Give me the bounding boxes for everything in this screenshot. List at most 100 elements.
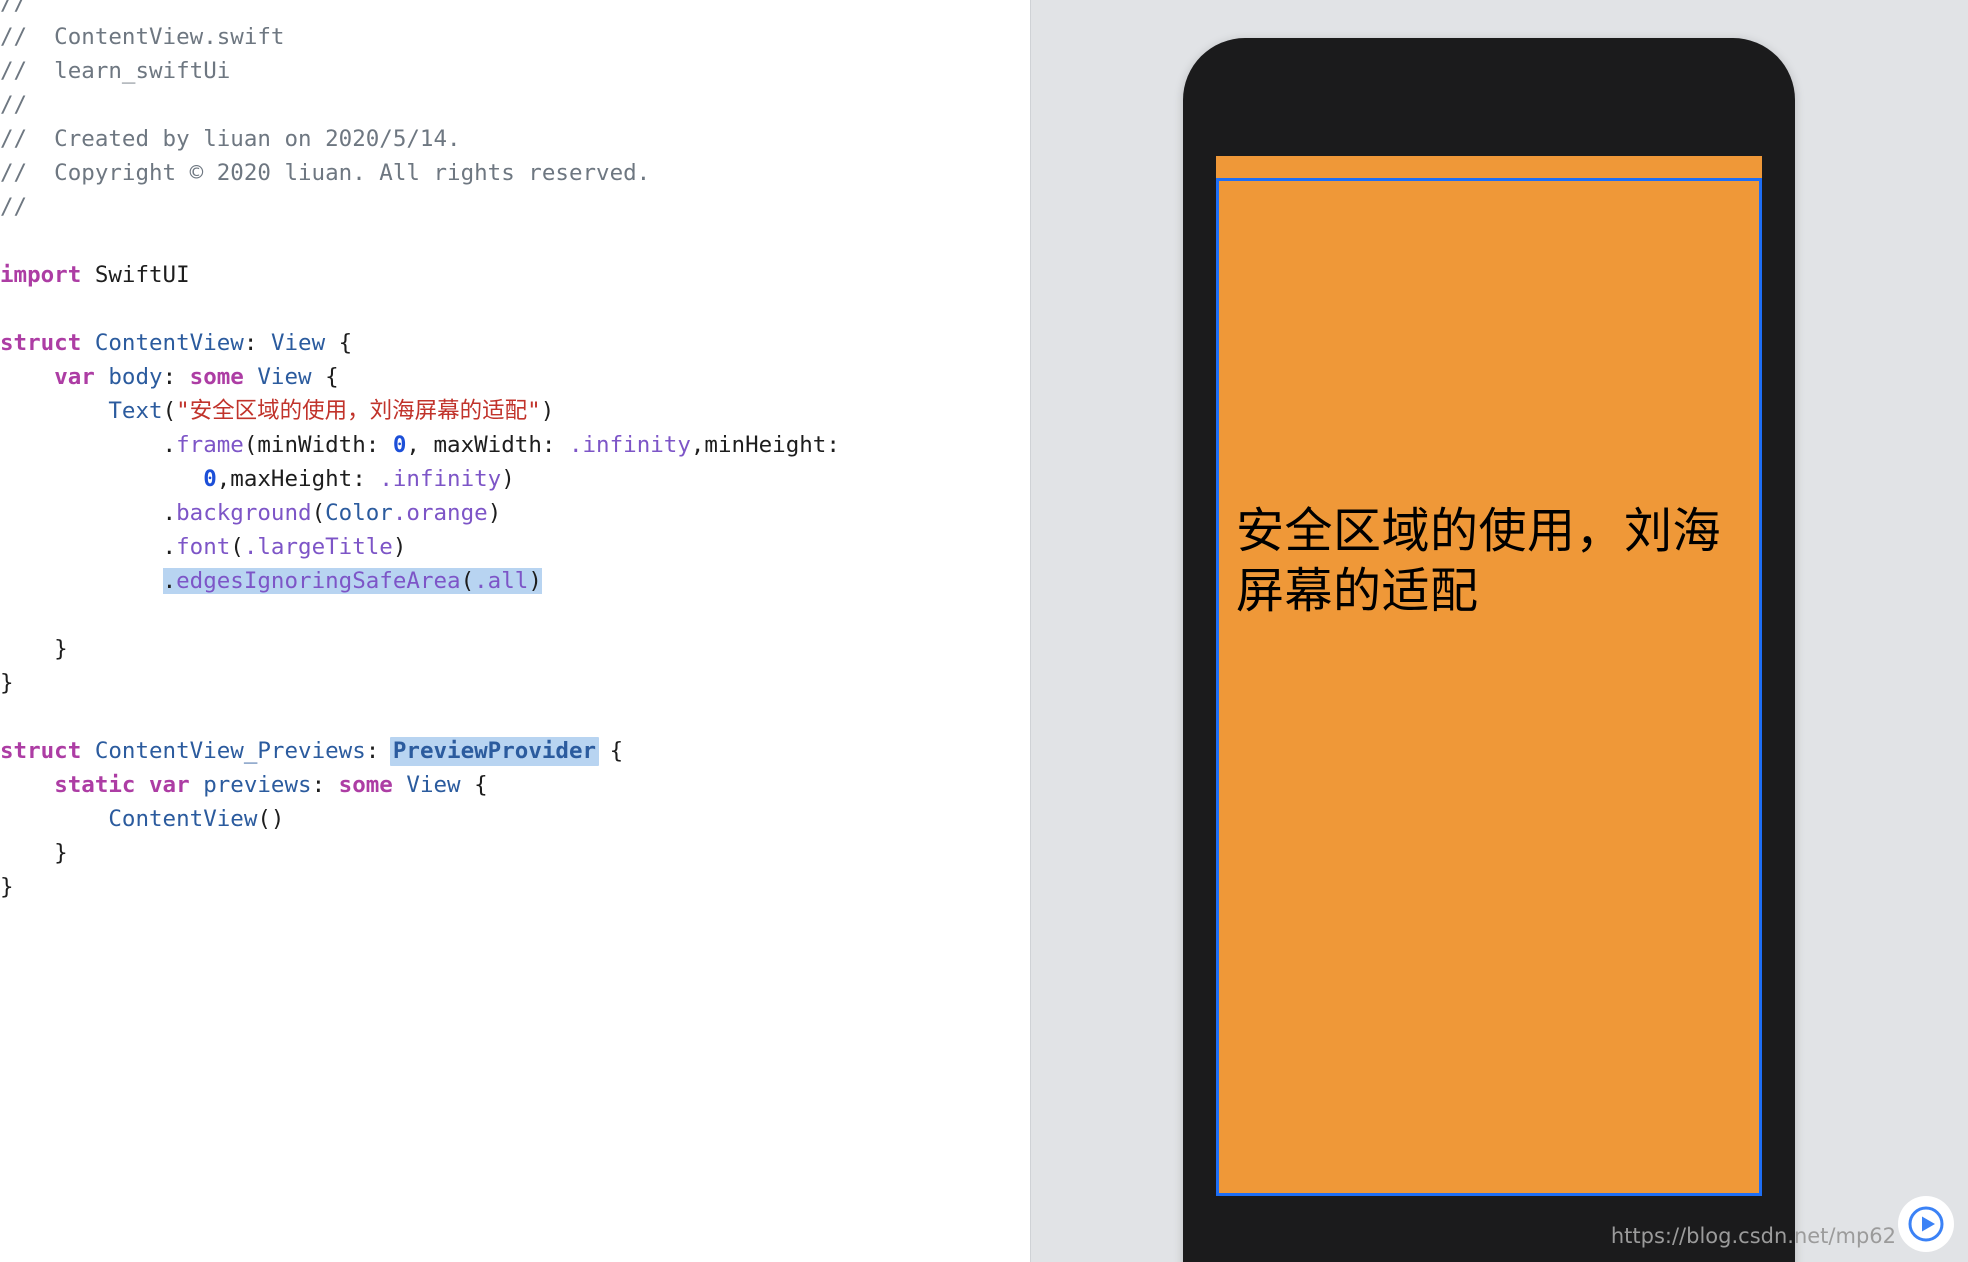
code-token: frame xyxy=(176,432,244,458)
code-token: SwiftUI xyxy=(81,262,190,288)
code-line[interactable]: // ContentView.swift xyxy=(0,20,1030,54)
code-token: struct xyxy=(0,738,82,764)
code-token: struct xyxy=(0,330,82,356)
code-token: // Created by liuan on 2020/5/14. xyxy=(0,126,461,152)
code-token: .all xyxy=(474,568,529,594)
code-token: // learn_swiftUi xyxy=(0,58,231,84)
code-line[interactable]: Text("安全区域的使用，刘海屏幕的适配") xyxy=(0,394,1030,428)
code-token: } xyxy=(0,874,14,900)
code-token: var xyxy=(149,772,190,798)
code-token: View xyxy=(406,772,461,798)
code-token: View xyxy=(270,330,326,356)
xcode-window: // // ContentView.swift // learn_swiftUi //… xyxy=(0,0,1968,1262)
code-token: ( xyxy=(460,568,475,594)
code-line[interactable]: } xyxy=(0,632,1030,666)
source-editor-pane[interactable]: // // ContentView.swift // learn_swiftUi //… xyxy=(0,0,1030,1262)
code-line[interactable]: // learn_swiftUi xyxy=(0,54,1030,88)
code-token: .largeTitle xyxy=(243,534,393,560)
code-token: { xyxy=(460,772,488,798)
code-line[interactable]: struct ContentView: View { xyxy=(0,326,1030,360)
preview-canvas-pane[interactable]: 安全区域的使用，刘海屏幕的适配 https://blog.csdn.net/mp… xyxy=(1030,0,1968,1262)
code-line[interactable]: .background(Color.orange) xyxy=(0,496,1030,530)
code-token: ,minHeight: xyxy=(690,432,854,458)
code-token: 0 xyxy=(392,432,407,458)
code-token: ContentView xyxy=(94,330,244,356)
code-line[interactable]: static var previews: some View { xyxy=(0,768,1030,802)
code-token: . xyxy=(0,432,177,458)
code-line[interactable]: } xyxy=(0,836,1030,870)
code-line[interactable]: struct ContentView_Previews: PreviewProv… xyxy=(0,734,1030,768)
code-token: // xyxy=(0,194,28,220)
code-token: some xyxy=(338,772,393,798)
code-token: body xyxy=(108,364,163,390)
code-line[interactable] xyxy=(0,598,1030,632)
code-token: .infinity xyxy=(568,432,691,458)
code-token: ) xyxy=(487,500,502,526)
code-token: { xyxy=(325,330,353,356)
code-token: : xyxy=(243,330,271,356)
code-line[interactable]: import SwiftUI xyxy=(0,258,1030,292)
code-token: // xyxy=(0,0,28,16)
code-token: ( xyxy=(230,534,244,560)
code-token: Color xyxy=(325,500,393,526)
code-token: ) xyxy=(528,568,542,594)
code-token: { xyxy=(311,364,339,390)
code-line[interactable]: ContentView() xyxy=(0,802,1030,836)
preview-text-label: 安全区域的使用，刘海屏幕的适配 xyxy=(1236,503,1722,619)
selected-token-highlight: PreviewProvider xyxy=(389,737,600,766)
device-preview-frame[interactable]: 安全区域的使用，刘海屏幕的适配 xyxy=(1183,38,1795,1262)
code-line[interactable]: // Copyright © 2020 liuan. All rights re… xyxy=(0,156,1030,190)
code-line[interactable]: // xyxy=(0,88,1030,122)
code-line[interactable] xyxy=(0,700,1030,734)
code-line[interactable]: .font(.largeTitle) xyxy=(0,530,1030,564)
code-token: // ContentView.swift xyxy=(0,24,285,50)
code-token: ( xyxy=(162,398,177,424)
code-text[interactable]: // // ContentView.swift // learn_swiftUi //… xyxy=(0,0,1030,904)
code-line[interactable]: // xyxy=(0,0,1030,20)
code-token: var xyxy=(54,364,95,390)
code-token: ,maxHeight: xyxy=(216,466,380,492)
code-token: 0 xyxy=(203,466,217,492)
code-token: . xyxy=(0,534,177,560)
code-line[interactable]: .frame(minWidth: 0, maxWidth: .infinity,… xyxy=(0,428,1030,462)
code-token: edgesIgnoringSafeArea xyxy=(176,568,461,594)
code-line[interactable] xyxy=(0,224,1030,258)
code-token: Text xyxy=(108,398,163,424)
code-token: ) xyxy=(392,534,407,560)
code-token: font xyxy=(176,534,231,560)
code-token: } xyxy=(0,636,68,662)
code-line[interactable]: // Created by liuan on 2020/5/14. xyxy=(0,122,1030,156)
code-line[interactable]: } xyxy=(0,870,1030,904)
code-line[interactable] xyxy=(0,292,1030,326)
selected-line-highlight: .edgesIgnoringSafeArea(.all) xyxy=(162,568,542,594)
code-token: . xyxy=(162,568,177,594)
code-line[interactable]: .edgesIgnoringSafeArea(.all) xyxy=(0,564,1030,598)
code-token: : xyxy=(365,738,393,764)
code-token: : xyxy=(311,772,339,798)
code-token: View xyxy=(257,364,312,390)
device-screen[interactable]: 安全区域的使用，刘海屏幕的适配 xyxy=(1216,156,1762,1196)
play-circle-icon xyxy=(1898,1196,1954,1252)
code-line[interactable]: } xyxy=(0,666,1030,700)
code-token: static xyxy=(54,772,136,798)
code-line[interactable]: var body: some View { xyxy=(0,360,1030,394)
code-token: // Copyright © 2020 liuan. All rights re… xyxy=(0,160,651,186)
code-token: .infinity xyxy=(379,466,502,492)
code-token: , maxWidth: xyxy=(406,432,569,458)
code-line[interactable]: // xyxy=(0,190,1030,224)
watermark-url: https://blog.csdn.net/mp62 xyxy=(1610,1224,1896,1248)
code-token: . xyxy=(0,500,177,526)
code-token: background xyxy=(176,500,312,526)
code-line[interactable]: 0,maxHeight: .infinity) xyxy=(0,462,1030,496)
code-token: } xyxy=(0,670,14,696)
code-token: () xyxy=(257,806,285,832)
